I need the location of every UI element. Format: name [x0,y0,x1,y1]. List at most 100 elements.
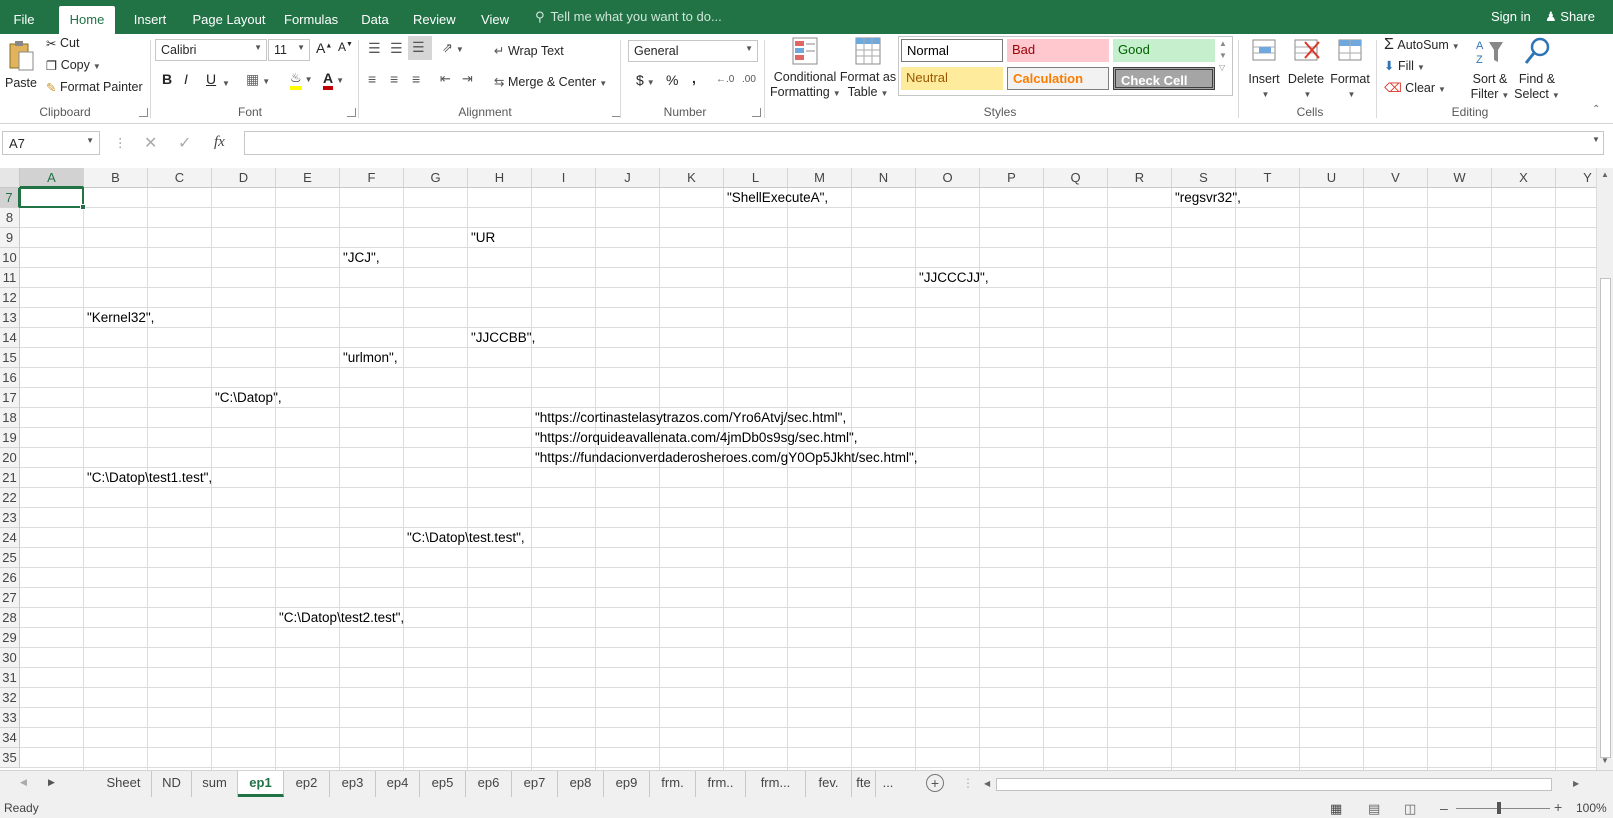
font-launcher-icon[interactable] [347,108,356,117]
column-header-t[interactable]: T [1236,168,1300,188]
decrease-decimal-button[interactable]: .00 [742,74,756,85]
cell-g24[interactable]: "C:\Datop\test.test", [404,529,525,547]
zoom-in-button[interactable]: + [1554,799,1562,815]
row-header-8[interactable]: 8 [0,208,20,228]
column-header-b[interactable]: B [84,168,148,188]
column-header-a[interactable]: A [20,168,84,188]
clipboard-launcher-icon[interactable] [139,108,148,117]
row-header-24[interactable]: 24 [0,528,20,548]
vertical-scroll-thumb[interactable] [1600,278,1611,758]
style-calculation[interactable]: Calculation [1007,67,1109,90]
column-header-r[interactable]: R [1108,168,1172,188]
row-header-12[interactable]: 12 [0,288,20,308]
cell-l7[interactable]: "ShellExecuteA", [724,189,828,207]
cell-h14[interactable]: "JJCCBB", [468,329,535,347]
sheet-tab-ep8[interactable]: ep8 [558,771,604,797]
column-header-o[interactable]: O [916,168,980,188]
increase-decimal-button[interactable]: ←.0 [716,74,734,85]
format-as-table-button[interactable]: Format as Table ▼ [838,36,898,101]
prev-sheet-icon[interactable]: ◀ [20,777,27,788]
sheet-tab-nd[interactable]: ND [152,771,192,797]
tab-insert[interactable]: Insert [130,6,170,34]
zoom-slider-track[interactable] [1456,808,1550,809]
cell-e28[interactable]: "C:\Datop\test2.test", [276,609,404,627]
style-normal[interactable]: Normal [901,39,1003,62]
orientation-button[interactable]: ⇗ ▼ [442,40,464,56]
expand-formula-bar[interactable]: ▼ [1592,135,1600,144]
column-header-v[interactable]: V [1364,168,1428,188]
number-launcher-icon[interactable] [752,108,761,117]
column-header-p[interactable]: P [980,168,1044,188]
sheet-tab-ep3[interactable]: ep3 [330,771,376,797]
cell-i20[interactable]: "https://fundacionverdaderosheroes.com/g… [532,449,918,467]
insert-cells-button[interactable]: Insert ▼ [1244,36,1284,102]
formula-input[interactable] [244,131,1604,155]
format-painter-button[interactable]: ✎ Format Painter [46,80,143,95]
row-header-9[interactable]: 9 [0,228,20,248]
row-header-7[interactable]: 7 [0,188,20,208]
column-header-n[interactable]: N [852,168,916,188]
zoom-out-button[interactable]: – [1440,800,1448,816]
column-header-g[interactable]: G [404,168,468,188]
sheet-tab-ep4[interactable]: ep4 [376,771,420,797]
horizontal-scroll-thumb[interactable] [996,778,1552,791]
share-button[interactable]: ♟ Share [1545,9,1595,25]
row-header-14[interactable]: 14 [0,328,20,348]
row-header-22[interactable]: 22 [0,488,20,508]
conditional-formatting-button[interactable]: Conditional Formatting ▼ [770,36,841,101]
sheet-tab-frmdotdotdot[interactable]: frm... [746,771,806,797]
align-center-button[interactable]: ≡ [390,71,398,87]
formula-bar-options[interactable]: ⋮ [114,135,127,150]
column-header-f[interactable]: F [340,168,404,188]
autosum-button[interactable]: Σ AutoSum ▼ [1384,36,1460,54]
style-check-cell[interactable]: Check Cell [1113,67,1215,90]
row-header-31[interactable]: 31 [0,668,20,688]
font-name-combo[interactable]: Calibri ▼ [155,39,267,61]
sheet-tab-ep7[interactable]: ep7 [512,771,558,797]
row-header-23[interactable]: 23 [0,508,20,528]
column-header-q[interactable]: Q [1044,168,1108,188]
row-header-33[interactable]: 33 [0,708,20,728]
row-header-32[interactable]: 32 [0,688,20,708]
cell-s7[interactable]: "regsvr32", [1172,189,1241,207]
cell-b21[interactable]: "C:\Datop\test1.test", [84,469,212,487]
font-size-combo[interactable]: 11 ▼ [268,39,310,61]
column-header-i[interactable]: I [532,168,596,188]
row-header-10[interactable]: 10 [0,248,20,268]
merge-center-button[interactable]: ⇆ Merge & Center ▼ [494,74,607,89]
decrease-indent-button[interactable]: ⇤ [440,71,451,87]
worksheet-grid[interactable]: A B C D E F G H I J K L M N O P Q R S T U V W X Y 7 8 9 10 11 12 13 14 15… [0,168,1596,770]
increase-indent-button[interactable]: ⇥ [462,71,473,87]
comma-style-button[interactable]: , [692,70,696,86]
normal-view-button[interactable]: ▦ [1330,801,1342,817]
select-all-corner[interactable] [0,168,20,188]
collapse-ribbon-button[interactable]: ⌃ [1592,104,1600,115]
cell-i18[interactable]: "https://cortinastelasytrazos.com/Yro6At… [532,409,846,427]
sheet-tab-ep5[interactable]: ep5 [420,771,466,797]
column-header-l[interactable]: L [724,168,788,188]
underline-dropdown[interactable]: ▼ [219,75,230,89]
cell-h9[interactable]: "UR [468,229,495,247]
row-header-18[interactable]: 18 [0,408,20,428]
column-header-s[interactable]: S [1172,168,1236,188]
column-header-e[interactable]: E [276,168,340,188]
active-cell-selection[interactable] [19,187,84,208]
styles-scroll[interactable]: ▲ ▼ ▽ [1219,38,1227,74]
sheet-tab-ep1[interactable]: ep1 [238,771,284,797]
sort-filter-button[interactable]: AZ Sort & Filter ▼ [1470,36,1510,103]
sheet-tab-sheet[interactable]: Sheet [96,771,152,797]
row-header-11[interactable]: 11 [0,268,20,288]
scroll-up-icon[interactable]: ▲ [1601,170,1609,179]
sheet-tab-sum[interactable]: sum [192,771,238,797]
row-header-34[interactable]: 34 [0,728,20,748]
wrap-text-button[interactable]: ↵ Wrap Text [494,43,564,58]
column-header-j[interactable]: J [596,168,660,188]
row-header-29[interactable]: 29 [0,628,20,648]
align-right-button[interactable]: ≡ [412,71,420,87]
row-header-25[interactable]: 25 [0,548,20,568]
tab-data[interactable]: Data [360,6,390,34]
percent-button[interactable]: % [666,72,678,88]
tab-file[interactable]: File [8,6,40,34]
sheet-tab-fevdot[interactable]: fev. [806,771,852,797]
align-top-button[interactable]: ☰ [368,40,381,57]
